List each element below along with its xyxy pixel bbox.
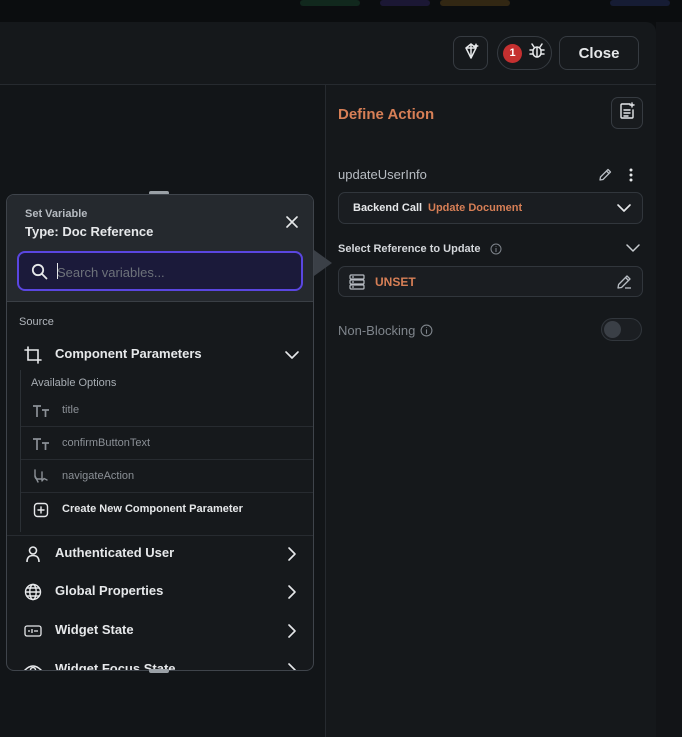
decorative-glow — [300, 0, 360, 6]
backend-call-label: Backend Call — [353, 202, 423, 214]
info-icon[interactable] — [420, 324, 433, 342]
source-authenticated-user[interactable]: Authenticated User — [7, 535, 313, 570]
issues-count-badge: 1 — [503, 43, 522, 63]
option-label: title — [62, 404, 80, 416]
chevron-right-icon — [283, 545, 301, 563]
outer-background — [656, 22, 682, 737]
available-options-label: Available Options — [31, 377, 117, 389]
decorative-glow — [440, 0, 510, 6]
create-component-parameter-button[interactable]: Create New Component Parameter — [21, 493, 313, 526]
text-type-icon — [31, 435, 51, 452]
non-blocking-label: Non-Blocking — [338, 323, 416, 338]
option-label: navigateAction — [62, 470, 135, 482]
source-label: Authenticated User — [55, 545, 175, 560]
set-variable-popup: Set Variable Type: Doc Reference Source … — [6, 194, 314, 671]
edit-icon[interactable] — [615, 273, 633, 296]
chevron-right-icon — [283, 583, 301, 601]
list-item[interactable]: navigateAction — [21, 460, 313, 493]
reference-value: UNSET — [375, 275, 416, 289]
ai-assist-button[interactable] — [453, 36, 488, 70]
component-parameters-label: Component Parameters — [55, 346, 202, 361]
create-component-parameter-label: Create New Component Parameter — [62, 503, 243, 515]
list-item[interactable]: title — [21, 394, 313, 427]
top-strip — [0, 0, 682, 22]
toggle-knob — [604, 321, 621, 338]
widget-state-icon — [23, 621, 43, 641]
document-add-icon — [618, 101, 636, 125]
more-options-icon[interactable] — [625, 167, 637, 188]
popup-header: Set Variable Type: Doc Reference — [7, 195, 313, 302]
select-reference-label: Select Reference to Update — [338, 243, 481, 255]
user-icon — [23, 544, 43, 564]
source-label: Source — [19, 316, 54, 328]
action-name-label: updateUserInfo — [338, 167, 427, 182]
chevron-right-icon — [283, 622, 301, 640]
option-label: confirmButtonText — [62, 437, 151, 449]
info-icon[interactable] — [490, 242, 502, 260]
non-blocking-toggle[interactable] — [601, 318, 642, 341]
globe-icon — [23, 582, 43, 602]
search-box — [17, 251, 303, 291]
resize-handle-bottom[interactable] — [149, 669, 169, 673]
define-action-title: Define Action — [338, 106, 435, 123]
reference-value-field[interactable]: UNSET — [338, 266, 643, 297]
chevron-right-icon — [283, 661, 301, 670]
issues-button[interactable]: 1 — [497, 36, 552, 70]
chevron-down-icon[interactable] — [626, 241, 640, 260]
close-icon — [286, 215, 298, 233]
close-button[interactable]: Close — [559, 36, 639, 70]
decorative-glow — [380, 0, 430, 6]
set-variable-title: Set Variable — [25, 208, 88, 220]
list-item[interactable]: confirmButtonText — [21, 427, 313, 460]
source-label: Widget State — [55, 622, 134, 637]
backend-call-dropdown[interactable]: Backend Call Update Document — [338, 192, 643, 224]
define-action-panel: Define Action updateUserInfo Backend Cal… — [326, 85, 656, 737]
backend-call-value: Update Document — [428, 202, 523, 214]
close-popup-button[interactable] — [283, 215, 301, 233]
variable-type-label: Type: Doc Reference — [25, 224, 154, 239]
search-icon — [31, 263, 48, 285]
text-type-icon — [31, 402, 51, 419]
component-parameters-options: Available Options title confirmButtonTex… — [20, 370, 313, 532]
action-documentation-button[interactable] — [611, 97, 643, 129]
sparkle-icon — [461, 41, 481, 66]
eye-icon — [23, 660, 43, 670]
database-icon — [348, 273, 366, 296]
add-box-icon — [31, 501, 51, 518]
source-global-properties[interactable]: Global Properties — [7, 574, 313, 608]
panel-header: 1 Close — [0, 22, 656, 85]
component-parameters-icon — [23, 345, 43, 365]
component-parameters-row[interactable]: Component Parameters — [7, 337, 313, 371]
source-label: Global Properties — [55, 583, 164, 598]
decorative-glow — [610, 0, 670, 6]
text-cursor — [57, 263, 58, 279]
popup-pointer — [314, 250, 332, 276]
bug-icon — [528, 42, 546, 65]
edit-action-name-icon[interactable] — [597, 167, 613, 188]
action-icon — [31, 468, 51, 485]
chevron-down-icon — [283, 346, 301, 364]
search-input[interactable] — [55, 261, 289, 283]
chevron-down-icon — [616, 200, 632, 221]
source-widget-state[interactable]: Widget State — [7, 613, 313, 647]
